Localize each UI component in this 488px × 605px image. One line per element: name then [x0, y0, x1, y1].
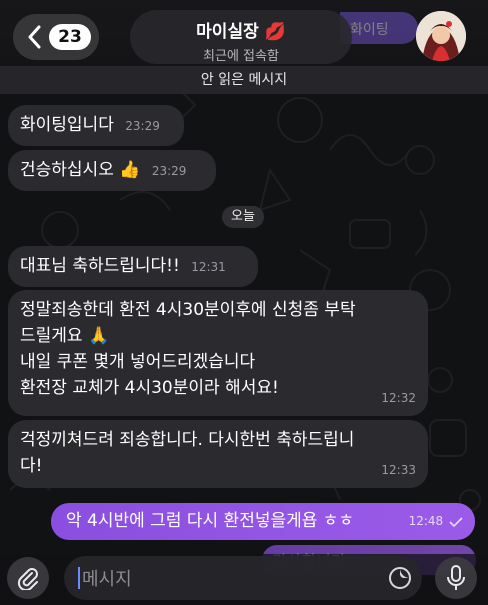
message-input-placeholder: 메시지: [82, 569, 132, 590]
chat-header: 23 화이팅 마이실장 💋 최근에 접속함: [0, 0, 488, 70]
unread-messages-divider: 안 읽은 메시지: [0, 66, 488, 94]
voice-record-button[interactable]: [435, 557, 477, 599]
message-text: 건승하십시오 👍: [20, 160, 141, 180]
message-bubble[interactable]: 걱정끼쳐드려 죄송합니다. 다시한번 축하드립니 다! 12:33: [8, 420, 428, 488]
attach-button[interactable]: [7, 557, 49, 599]
message-bubble[interactable]: 건승하십시오 👍 23:29: [8, 150, 216, 191]
message-time: 12:31: [191, 260, 226, 274]
microphone-icon: [447, 565, 465, 590]
chat-title-area[interactable]: 마이실장 💋 최근에 접속함: [130, 10, 352, 64]
read-check-icon: [449, 516, 463, 527]
back-button[interactable]: 23: [13, 14, 99, 60]
text-caret: [78, 567, 80, 589]
chevron-left-icon: [28, 25, 41, 49]
message-time: 23:29: [125, 119, 160, 133]
message-time: 23:29: [151, 164, 187, 178]
message-text: 화이팅입니다: [20, 115, 114, 135]
sticker-icon[interactable]: [388, 566, 412, 590]
message-time: 12:33: [381, 463, 416, 477]
message-text: 대표님 축하드립니다!!: [20, 256, 180, 276]
last-seen-status: 최근에 접속함: [203, 49, 279, 64]
message-text: 걱정끼쳐드려 죄송합니다. 다시한번 축하드립니 다!: [20, 430, 355, 476]
message-bubble[interactable]: 정말죄송한데 환전 4시30분이후에 신청좀 부탁 드릴게요 🙏 내일 쿠폰 몇…: [8, 290, 428, 416]
message-text: 정말죄송한데 환전 4시30분이후에 신청좀 부탁 드릴게요 🙏 내일 쿠폰 몇…: [20, 300, 356, 398]
chat-title-text: 마이실장: [196, 22, 259, 42]
lips-emoji-icon: 💋: [264, 22, 286, 42]
message-time: 12:48: [408, 514, 444, 528]
avatar[interactable]: [416, 11, 466, 61]
message-input[interactable]: 메시지: [64, 556, 422, 600]
message-time: 12:32: [381, 391, 416, 405]
paperclip-icon: [17, 568, 38, 590]
date-divider: 오늘: [222, 206, 264, 228]
chat-title: 마이실장 💋: [130, 17, 352, 42]
unread-count-badge: 23: [49, 24, 91, 50]
outgoing-message-bubble[interactable]: 악 4시반에 그럼 다시 환전넣을게욥 ㅎㅎ 12:48: [51, 503, 475, 540]
message-text: 악 4시반에 그럼 다시 환전넣을게욥 ㅎㅎ: [66, 511, 355, 531]
message-bubble[interactable]: 대표님 축하드립니다!! 12:31: [8, 246, 258, 287]
message-time-status: 12:48: [409, 503, 463, 540]
message-bubble[interactable]: 화이팅입니다 23:29: [8, 105, 184, 146]
